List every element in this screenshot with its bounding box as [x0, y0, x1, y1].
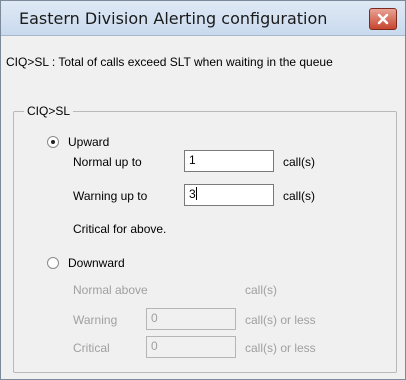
- upward-radio[interactable]: [47, 136, 59, 148]
- critical-above-text: Critical for above.: [73, 222, 167, 236]
- title-bar[interactable]: Eastern Division Alerting configuration: [1, 1, 405, 36]
- downward-label[interactable]: Downward: [68, 256, 125, 270]
- groupbox-legend: CIQ>SL: [24, 104, 74, 118]
- downward-radio[interactable]: [47, 257, 59, 269]
- downward-warning-label: Warning: [73, 313, 118, 327]
- normal-up-to-unit: call(s): [283, 155, 315, 169]
- normal-up-to-value: 1: [189, 153, 196, 167]
- downward-critical-label: Critical: [73, 341, 110, 355]
- normal-above-unit: call(s): [245, 283, 277, 297]
- downward-warning-value: 0: [151, 311, 158, 325]
- close-icon: [377, 13, 389, 25]
- warning-up-to-unit: call(s): [283, 189, 315, 203]
- downward-critical-input[interactable]: 0: [146, 336, 236, 358]
- warning-up-to-label: Warning up to: [73, 189, 148, 203]
- metric-description: CIQ>SL : Total of calls exceed SLT when …: [6, 55, 333, 69]
- close-button[interactable]: [369, 8, 397, 30]
- warning-up-to-value: 3: [189, 187, 196, 201]
- downward-warning-input[interactable]: 0: [146, 308, 236, 330]
- warning-up-to-input[interactable]: 3: [184, 184, 274, 206]
- normal-up-to-input[interactable]: 1: [184, 150, 274, 172]
- text-caret: [195, 187, 197, 200]
- upward-label[interactable]: Upward: [68, 135, 109, 149]
- normal-above-label: Normal above: [73, 283, 148, 297]
- normal-up-to-label: Normal up to: [73, 155, 142, 169]
- window-title: Eastern Division Alerting configuration: [19, 9, 328, 28]
- alerting-dialog: Eastern Division Alerting configuration …: [0, 0, 406, 380]
- downward-critical-unit: call(s) or less: [245, 341, 316, 355]
- downward-warning-unit: call(s) or less: [245, 313, 316, 327]
- dialog-body: CIQ>SL : Total of calls exceed SLT when …: [1, 36, 405, 379]
- downward-critical-value: 0: [151, 339, 158, 353]
